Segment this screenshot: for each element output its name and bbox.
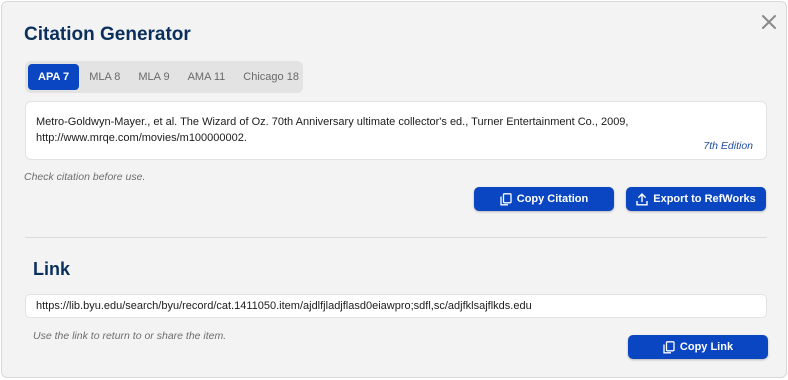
tab-apa-7[interactable]: APA 7	[28, 64, 80, 90]
copy-citation-label: Copy Citation	[516, 193, 589, 205]
copy-icon	[663, 340, 675, 353]
tab-chicago-18[interactable]: Chicago 18	[235, 64, 307, 90]
link-hint: Use the link to return to or share the i…	[33, 330, 227, 342]
tab-mla-9[interactable]: MLA 9	[130, 64, 177, 90]
tab-mla-8[interactable]: MLA 8	[81, 64, 128, 90]
close-icon[interactable]	[760, 13, 778, 31]
citation-box: Metro-Goldwyn-Mayer., et al. The Wizard …	[25, 101, 767, 160]
citation-style-tabs: APA 7 MLA 8 MLA 9 AMA 11 Chicago 18	[25, 61, 303, 93]
copy-citation-button[interactable]: Copy Citation	[474, 187, 614, 211]
copy-icon	[500, 192, 512, 205]
link-section-title: Link	[33, 259, 71, 279]
copy-link-button[interactable]: Copy Link	[628, 335, 768, 359]
export-icon	[636, 192, 648, 205]
citation-text: Metro-Goldwyn-Mayer., et al. The Wizard …	[36, 116, 629, 144]
link-field[interactable]: https://lib.byu.edu/search/byu/record/ca…	[25, 294, 767, 318]
dialog-title: Citation Generator	[24, 24, 191, 45]
copy-link-label: Copy Link	[679, 341, 734, 353]
edition-label: 7th Edition	[703, 140, 753, 152]
citation-hint: Check citation before use.	[24, 171, 146, 183]
tab-ama-11[interactable]: AMA 11	[180, 64, 234, 90]
citation-dialog: Citation Generator APA 7 MLA 8 MLA 9 AMA…	[1, 1, 787, 378]
section-divider	[25, 237, 767, 238]
export-refworks-label: Export to RefWorks	[653, 193, 756, 205]
link-url: https://lib.byu.edu/search/byu/record/ca…	[36, 300, 532, 312]
export-refworks-button[interactable]: Export to RefWorks	[626, 187, 766, 211]
